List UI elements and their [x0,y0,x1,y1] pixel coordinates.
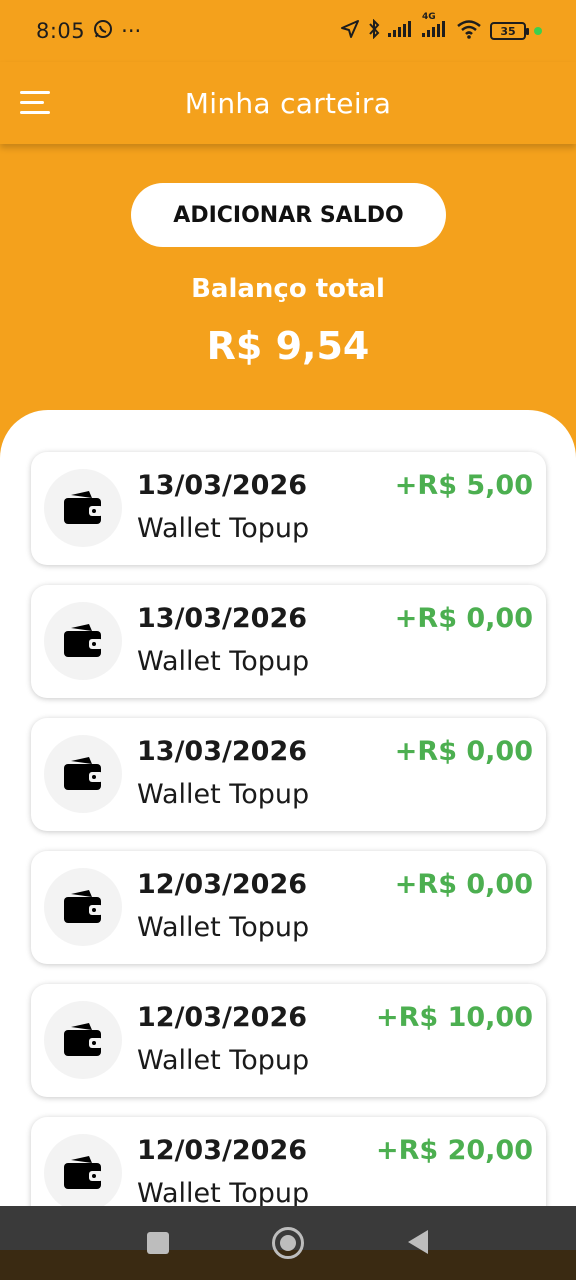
transaction-amount: +R$ 0,00 [394,603,533,634]
transaction-amount: +R$ 0,00 [394,736,533,767]
whatsapp-icon [93,19,113,44]
transaction-date: 13/03/2026 [137,470,308,501]
home-icon[interactable] [272,1227,304,1259]
recents-icon[interactable] [147,1232,169,1254]
transaction-card[interactable]: 12/03/2026 Wallet Topup +R$ 0,00 [31,851,546,964]
privacy-dot-icon [534,27,542,35]
transaction-date: 12/03/2026 [137,1002,308,1033]
status-time: 8:05 [36,19,86,43]
more-notifications-icon: ··· [121,19,142,43]
transaction-amount: +R$ 0,00 [394,869,533,900]
transaction-description: Wallet Topup [137,1178,310,1209]
menu-line [20,90,50,94]
app-bar: Minha carteira [0,62,576,144]
transaction-date: 13/03/2026 [137,603,308,634]
transaction-amount: +R$ 10,00 [375,1002,533,1033]
balance-value: R$ 9,54 [206,324,370,368]
menu-line [20,100,44,104]
status-bar: 8:05 ··· 4G 35 [0,0,576,62]
add-balance-button[interactable]: ADICIONAR SALDO [131,183,446,247]
location-icon [340,19,360,43]
system-nav-bar [0,1206,576,1280]
back-icon[interactable] [408,1230,428,1254]
balance-label: Balanço total [191,274,385,304]
transaction-date: 12/03/2026 [137,1135,308,1166]
transaction-card[interactable]: 13/03/2026 Wallet Topup +R$ 0,00 [31,718,546,831]
transaction-date: 12/03/2026 [137,869,308,900]
transaction-date: 13/03/2026 [137,736,308,767]
wifi-icon [456,19,482,43]
transaction-amount: +R$ 5,00 [394,470,533,501]
wallet-icon [44,1134,122,1212]
wallet-icon [44,602,122,680]
menu-icon[interactable] [20,84,56,120]
transaction-description: Wallet Topup [137,513,310,544]
wallet-icon [44,469,122,547]
signal-icon [388,20,414,42]
transaction-card[interactable]: 13/03/2026 Wallet Topup +R$ 0,00 [31,585,546,698]
transaction-description: Wallet Topup [137,779,310,810]
status-left: 8:05 ··· [36,19,141,44]
battery-icon: 35 [490,22,529,40]
network-type: 4G [422,12,436,22]
transaction-description: Wallet Topup [137,1045,310,1076]
transaction-amount: +R$ 20,00 [375,1135,533,1166]
wallet-icon [44,868,122,946]
page-title: Minha carteira [184,86,392,120]
wallet-icon [44,735,122,813]
bluetooth-icon [368,18,380,43]
status-right: 4G 35 [340,12,542,43]
transaction-card[interactable]: 13/03/2026 Wallet Topup +R$ 5,00 [31,452,546,565]
transaction-description: Wallet Topup [137,646,310,677]
signal-4g-icon: 4G [422,12,448,42]
transactions-panel: 13/03/2026 Wallet Topup +R$ 5,00 13/03/2… [0,410,576,1250]
transaction-description: Wallet Topup [137,912,310,943]
wallet-icon [44,1001,122,1079]
menu-line [20,110,50,114]
transaction-card[interactable]: 12/03/2026 Wallet Topup +R$ 10,00 [31,984,546,1097]
